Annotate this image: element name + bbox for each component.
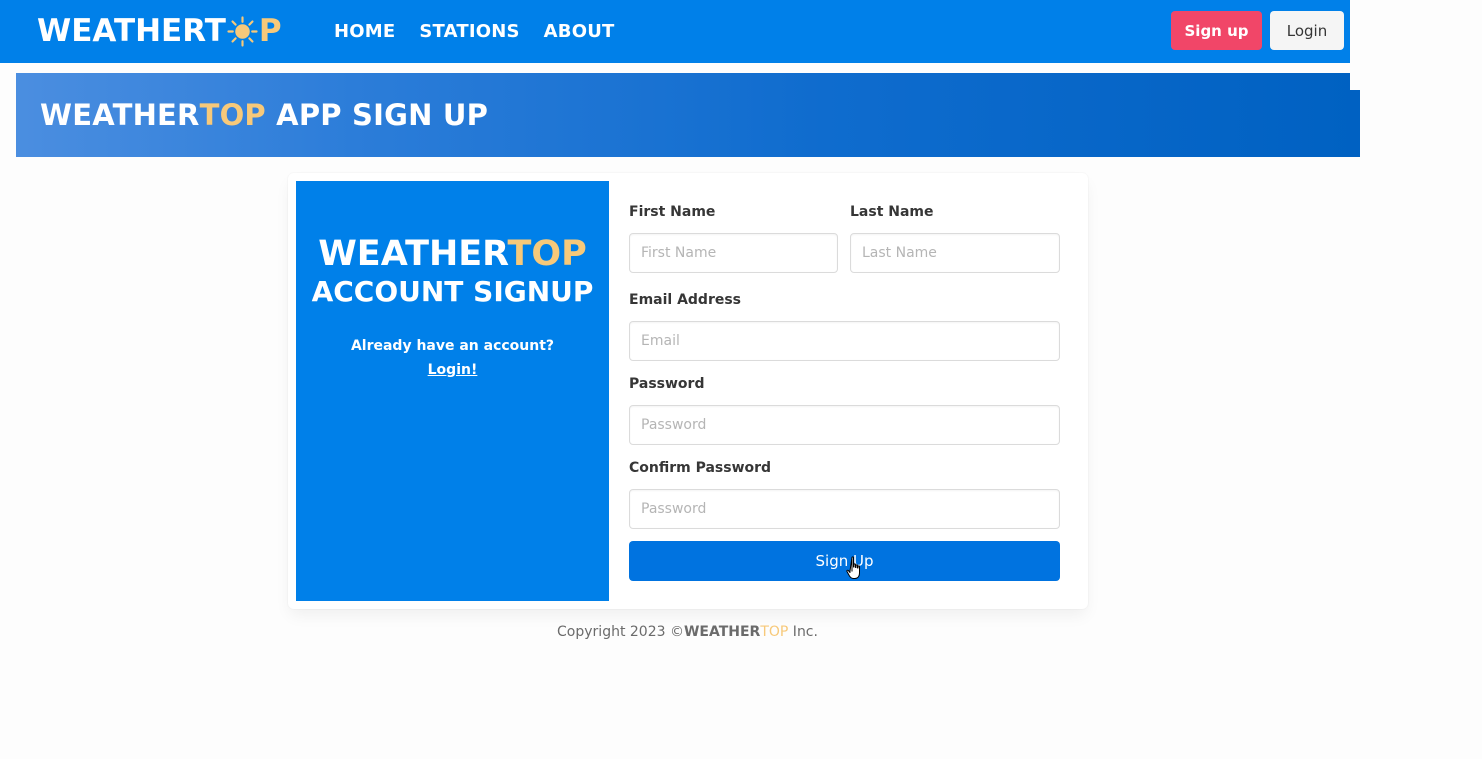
side-brand-accent: TOP (507, 234, 587, 274)
sun-icon (227, 15, 258, 47)
footer-copyright: Copyright 2023 ©WEATHERTOP Inc. (0, 624, 1375, 640)
footer-brand: WEATHER (683, 624, 761, 640)
signup-side-panel: WEATHERTOP ACCOUNT SIGNUP Already have a… (296, 181, 609, 601)
hero-banner: WEATHER TOP APP SIGN UP (16, 73, 1360, 157)
side-subtitle: ACCOUNT SIGNUP (311, 275, 594, 308)
side-login-link[interactable]: Login! (296, 362, 609, 378)
nav-about[interactable]: ABOUT (544, 21, 615, 42)
signup-button[interactable]: Sign up (1171, 11, 1262, 50)
brand-logo[interactable]: WEATHERT P (37, 11, 282, 51)
hand-cursor-icon (846, 556, 860, 579)
page-title-part1: WEATHER (40, 98, 200, 132)
footer-brand-accent: TOP (760, 624, 789, 640)
confirm-password-label: Confirm Password (629, 460, 772, 476)
login-button[interactable]: Login (1270, 11, 1344, 50)
page-title-part3: APP SIGN UP (265, 98, 489, 132)
hero-notch (1350, 73, 1360, 90)
last-name-field[interactable] (850, 233, 1060, 273)
confirm-password-field[interactable] (629, 489, 1060, 529)
password-label: Password (629, 376, 705, 392)
side-brand-part1: WEATHER (318, 234, 508, 274)
footer-prefix: Copyright 2023 © (557, 624, 684, 640)
password-field[interactable] (629, 405, 1060, 445)
first-name-field[interactable] (629, 233, 838, 273)
email-label: Email Address (629, 292, 742, 308)
page-title: WEATHER TOP APP SIGN UP (40, 73, 488, 157)
nav-home[interactable]: HOME (334, 21, 395, 42)
email-field[interactable] (629, 321, 1060, 361)
navbar: WEATHERT P HOME STATIONS ABOUT Sign up L… (0, 0, 1350, 63)
sign-up-submit-button[interactable]: Sign Up (629, 541, 1060, 581)
last-name-label: Last Name (850, 204, 934, 220)
side-question: Already have an account? (350, 338, 555, 354)
first-name-label: First Name (629, 204, 716, 220)
brand-text: WEATHERT (37, 12, 226, 49)
footer-suffix: Inc. (788, 624, 818, 640)
side-brand: WEATHERTOP (296, 237, 609, 272)
nav-stations[interactable]: STATIONS (419, 21, 519, 42)
nav-links: HOME STATIONS ABOUT (334, 0, 615, 63)
page-title-accent: TOP (199, 98, 266, 132)
brand-text-accent: P (258, 12, 282, 49)
